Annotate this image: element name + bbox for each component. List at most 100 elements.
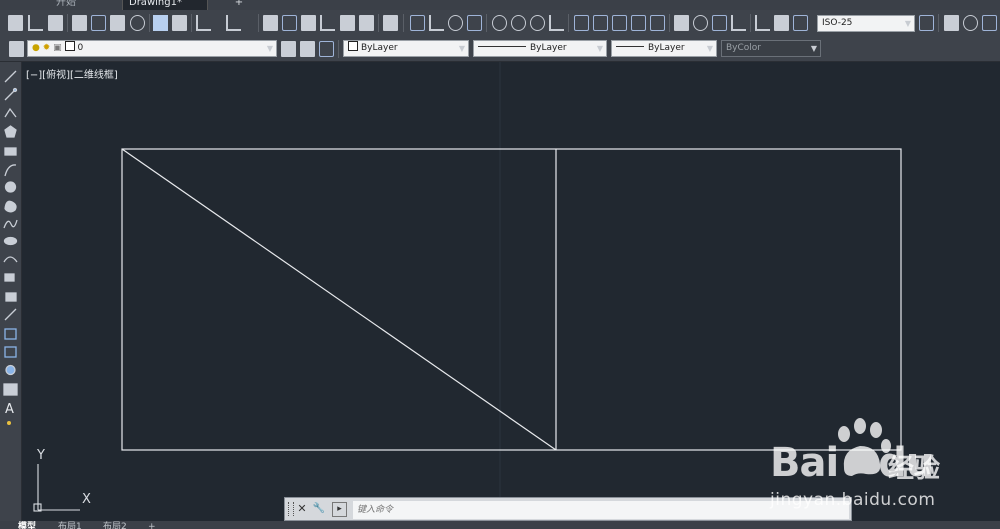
dim-linear-icon[interactable] bbox=[410, 15, 425, 31]
circle-icon bbox=[4, 181, 17, 193]
dim-jogged-icon[interactable] bbox=[511, 15, 526, 31]
cut-icon[interactable] bbox=[153, 15, 168, 31]
dim-aligned-icon[interactable] bbox=[429, 15, 444, 31]
calculator-icon[interactable] bbox=[359, 15, 374, 31]
dim-radius-icon[interactable] bbox=[492, 15, 507, 31]
close-icon[interactable]: ✕ bbox=[295, 501, 309, 517]
point-icon bbox=[4, 308, 17, 321]
sheet-set-icon[interactable] bbox=[320, 15, 335, 31]
inspect-icon[interactable] bbox=[712, 15, 727, 31]
multileader-icon[interactable] bbox=[944, 15, 959, 31]
hatch-icon bbox=[4, 328, 17, 340]
insert-block-icon bbox=[4, 273, 15, 282]
plot-icon[interactable] bbox=[72, 15, 87, 31]
chevron-down-icon: ▼ bbox=[904, 19, 911, 28]
layer-previous-icon[interactable] bbox=[300, 41, 315, 57]
chevron-down-icon: ▼ bbox=[706, 44, 713, 53]
lock-icon: ▣ bbox=[53, 43, 62, 53]
linetype-select[interactable]: ByLayer ▼ bbox=[473, 40, 607, 57]
color-swatch bbox=[348, 41, 358, 51]
draw-toolbar-icons: A bbox=[3, 70, 18, 425]
layers-properties-toolbar: ● ✹ ▣ 0 ▼ ByLayer ▼ ByLayer ▼ ByLayer ▼ … bbox=[0, 37, 1000, 62]
color-select[interactable]: ByLayer ▼ bbox=[343, 40, 469, 57]
new-tab-button[interactable]: + bbox=[232, 0, 246, 10]
dim-edit-icon[interactable] bbox=[755, 15, 770, 31]
dim-break-icon[interactable] bbox=[650, 15, 665, 31]
tolerance-icon[interactable] bbox=[674, 15, 689, 31]
dimstyle-manager-icon[interactable] bbox=[919, 15, 934, 31]
undo-icon[interactable] bbox=[196, 15, 211, 31]
color-value: ByLayer bbox=[361, 43, 398, 53]
tab-model[interactable]: 模型 bbox=[18, 521, 36, 529]
make-current-icon[interactable] bbox=[281, 41, 296, 57]
layer-select[interactable]: ● ✹ ▣ 0 ▼ bbox=[27, 40, 277, 57]
region-icon bbox=[5, 364, 16, 376]
tab-drawing1[interactable]: Drawing1* bbox=[122, 0, 208, 10]
ellipse-icon bbox=[3, 236, 18, 246]
diagonal-line bbox=[121, 148, 557, 451]
mtext-icon: A bbox=[5, 402, 14, 417]
dimstyle-select[interactable]: ISO-25 ▼ bbox=[817, 15, 915, 32]
add-layout-button[interactable]: + bbox=[148, 521, 156, 529]
design-center-icon[interactable] bbox=[130, 15, 145, 31]
layer-icon[interactable] bbox=[282, 15, 297, 31]
properties-icon[interactable] bbox=[263, 15, 278, 31]
drag-grip-icon[interactable] bbox=[288, 502, 294, 516]
layer-properties-icon[interactable] bbox=[9, 41, 24, 57]
linetype-preview bbox=[478, 46, 526, 47]
quick-dim-icon[interactable] bbox=[574, 15, 589, 31]
tab-layout2[interactable]: 布局2 bbox=[103, 521, 127, 529]
customize-wrench-icon[interactable]: 🔧 bbox=[312, 501, 326, 517]
multileader-add-icon[interactable] bbox=[963, 15, 978, 31]
tab-layout1[interactable]: 布局1 bbox=[58, 521, 82, 529]
arc-icon bbox=[4, 164, 17, 177]
chevron-down-icon: ▼ bbox=[458, 44, 465, 53]
dim-text-edit-icon[interactable] bbox=[774, 15, 789, 31]
jogged-linear-icon[interactable] bbox=[731, 15, 746, 31]
new-file-icon[interactable] bbox=[8, 15, 23, 31]
polygon-icon bbox=[4, 125, 17, 138]
make-block-icon bbox=[5, 292, 17, 302]
watermark-url: jingyan.baidu.com bbox=[770, 490, 936, 510]
gradient-icon bbox=[4, 346, 17, 358]
plotstyle-value: ByColor bbox=[726, 43, 761, 53]
dim-space-icon[interactable] bbox=[631, 15, 646, 31]
dimstyle-value: ISO-25 bbox=[822, 18, 853, 28]
help-icon[interactable] bbox=[383, 15, 398, 31]
dim-update-icon[interactable] bbox=[793, 15, 808, 31]
file-tab-bar: 开始 Drawing1* + bbox=[0, 0, 1000, 10]
paste-icon[interactable] bbox=[172, 15, 187, 31]
revcloud-icon bbox=[4, 200, 17, 213]
dim-ordinate-icon[interactable] bbox=[467, 15, 482, 31]
dim-angular-icon[interactable] bbox=[549, 15, 564, 31]
ucs-y-label: Y bbox=[37, 448, 45, 463]
dim-continue-icon[interactable] bbox=[612, 15, 627, 31]
save-icon[interactable] bbox=[48, 15, 63, 31]
standard-toolbar: ISO-25 ▼ bbox=[0, 10, 1000, 38]
linetype-value: ByLayer bbox=[530, 43, 567, 53]
open-file-icon[interactable] bbox=[28, 15, 43, 31]
publish-icon[interactable] bbox=[110, 15, 125, 31]
layer-name: 0 bbox=[77, 43, 84, 53]
lineweight-preview bbox=[616, 46, 644, 47]
center-mark-icon[interactable] bbox=[693, 15, 708, 31]
baidu-jingyan-watermark: Bai du 经验 jingyan.baidu.com bbox=[770, 418, 998, 518]
toolpalette-icon[interactable] bbox=[301, 15, 316, 31]
dim-diameter-icon[interactable] bbox=[530, 15, 545, 31]
plot-preview-icon[interactable] bbox=[91, 15, 106, 31]
layer-match-icon[interactable] bbox=[319, 41, 334, 57]
chevron-down-icon: ▼ bbox=[266, 44, 273, 53]
line-icon bbox=[4, 70, 17, 83]
rectangle-icon bbox=[4, 147, 17, 156]
tab-start[interactable]: 开始 bbox=[56, 0, 76, 10]
construction-line-icon bbox=[12, 87, 18, 93]
chevron-down-icon: ▼ bbox=[596, 44, 603, 53]
plotstyle-select: ByColor ▼ bbox=[721, 40, 821, 57]
lineweight-select[interactable]: ByLayer ▼ bbox=[611, 40, 717, 57]
dim-baseline-icon[interactable] bbox=[593, 15, 608, 31]
multileader-align-icon[interactable] bbox=[982, 15, 997, 31]
recent-commands-icon[interactable]: ▸ bbox=[332, 502, 347, 517]
redo-icon[interactable] bbox=[226, 15, 241, 31]
markup-icon[interactable] bbox=[340, 15, 355, 31]
dim-arc-icon[interactable] bbox=[448, 15, 463, 31]
